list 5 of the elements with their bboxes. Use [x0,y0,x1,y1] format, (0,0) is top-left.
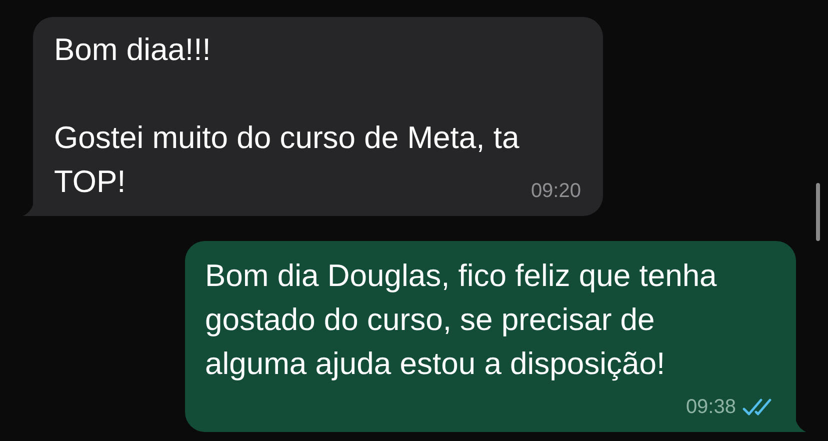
message-text: Gostei muito do curso de Meta, ta TOP! [54,119,520,201]
message-text: Bom diaa!!! [54,31,212,69]
message-time: 09:20 [530,179,581,203]
message-text: Bom dia Douglas, fico feliz que tenha gostado do curso, se precisar de alguma ajuda estou a disposição! [205,257,718,383]
message-time: 09:38 [686,395,736,419]
